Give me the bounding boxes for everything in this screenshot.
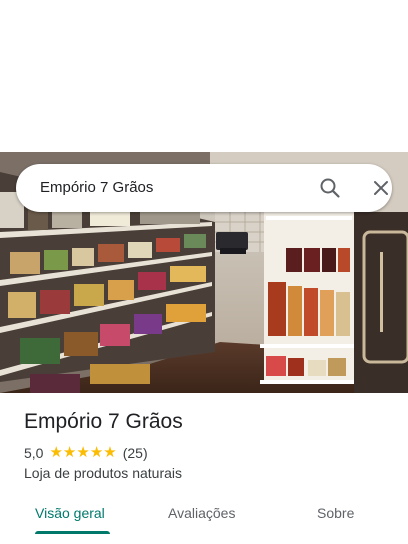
rating-row[interactable]: 5,0 ★ ★ ★ ★ ★ (25) [24,445,148,461]
star-icon: ★ [89,444,104,461]
star-icon: ★ [49,444,63,461]
map-area-blank [0,0,408,152]
review-count[interactable]: (25) [123,445,148,461]
place-title: Empório 7 Grãos [24,410,183,433]
search-input[interactable]: Empório 7 Grãos [40,179,153,196]
place-category[interactable]: Loja de produtos naturais [24,465,182,481]
close-icon[interactable] [371,178,391,198]
tab-reviews[interactable]: Avaliações [168,505,235,521]
star-icon: ★ [62,444,77,461]
active-tab-indicator [35,531,110,534]
tab-about[interactable]: Sobre [317,505,354,521]
star-icon: ★ [103,444,117,461]
search-bar[interactable]: Empório 7 Grãos [16,164,392,212]
rating-value: 5,0 [24,445,44,461]
star-icon: ★ [76,444,90,461]
place-tabs: Visão geral Avaliações Sobre [0,498,408,544]
star-rating: ★ ★ ★ ★ ★ [49,444,117,461]
tab-overview[interactable]: Visão geral [35,505,105,521]
search-icon[interactable] [319,177,341,199]
